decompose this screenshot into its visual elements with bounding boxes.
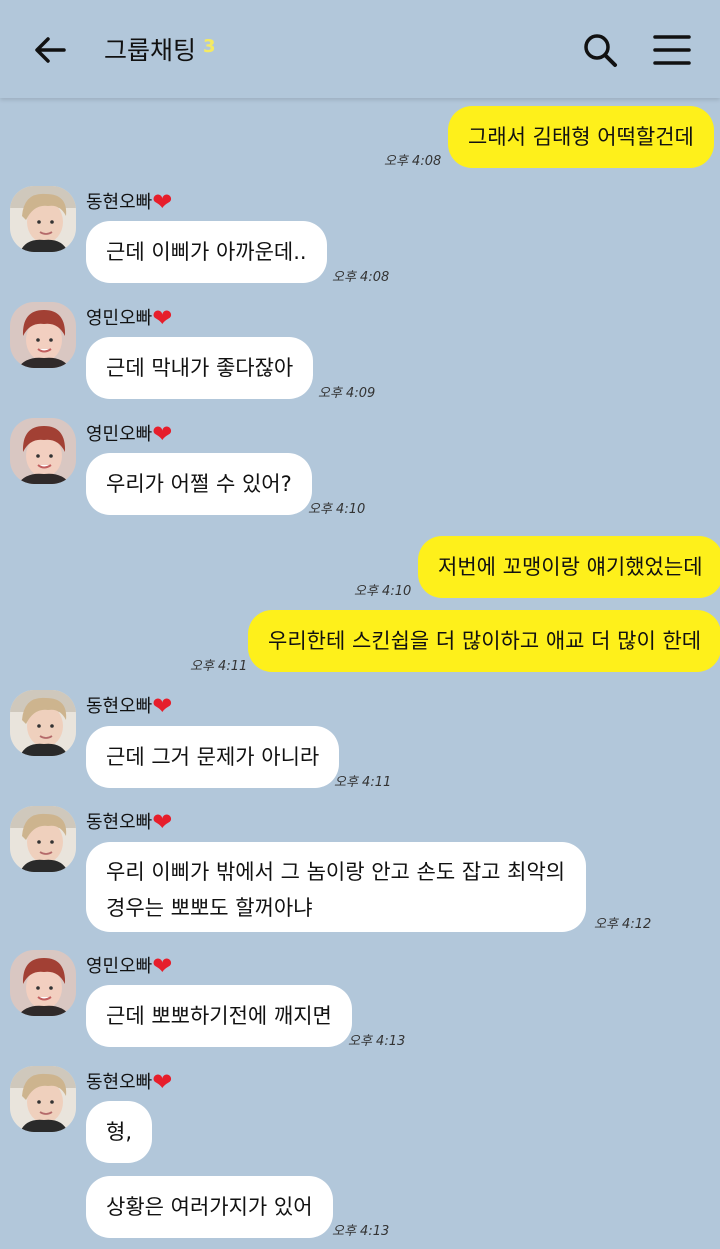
sender-name: 영민오빠❤ bbox=[86, 420, 172, 448]
sender-name: 영민오빠❤ bbox=[86, 952, 172, 980]
sender-name: 동현오빠❤ bbox=[86, 692, 172, 720]
heart-icon: ❤ bbox=[152, 808, 173, 836]
sent-message-bubble[interactable]: 우리한테 스킨쉽을 더 많이하고 애교 더 많이 한데 bbox=[248, 610, 720, 672]
received-message-bubble[interactable]: 근데 그거 문제가 아니라 bbox=[86, 726, 340, 788]
message-timestamp: 오후 4:13 bbox=[348, 1034, 406, 1049]
avatar[interactable] bbox=[10, 806, 76, 872]
received-message-bubble[interactable]: 근데 이삐가 아까운데.. bbox=[86, 221, 327, 283]
sender-name-text: 영민오빠 bbox=[86, 956, 153, 977]
sender-name-text: 동현오빠 bbox=[86, 696, 153, 717]
avatar[interactable] bbox=[10, 302, 76, 368]
search-icon[interactable] bbox=[580, 30, 620, 70]
avatar[interactable] bbox=[10, 950, 76, 1016]
received-message-bubble[interactable]: 형, bbox=[86, 1101, 152, 1163]
message-timestamp: 오후 4:09 bbox=[318, 386, 376, 401]
heart-icon: ❤ bbox=[152, 1068, 173, 1096]
chat-header: 그룹채팅 3 bbox=[0, 0, 720, 98]
received-message-bubble[interactable]: 우리가 어쩔 수 있어? bbox=[86, 453, 312, 515]
sender-name-text: 영민오빠 bbox=[86, 424, 153, 445]
message-timestamp: 오후 4:13 bbox=[332, 1224, 390, 1239]
message-timestamp: 오후 4:08 bbox=[332, 270, 390, 285]
sent-message-bubble[interactable]: 그래서 김태형 어떡할건데 bbox=[448, 106, 714, 168]
chat-title: 그룹채팅 bbox=[104, 36, 197, 65]
heart-icon: ❤ bbox=[152, 304, 173, 332]
sender-name-text: 동현오빠 bbox=[86, 812, 153, 833]
message-timestamp: 오후 4:12 bbox=[594, 917, 652, 932]
avatar[interactable] bbox=[10, 186, 76, 252]
sender-name: 영민오빠❤ bbox=[86, 304, 172, 332]
received-message-bubble[interactable]: 근데 뽀뽀하기전에 깨지면 bbox=[86, 985, 352, 1047]
heart-icon: ❤ bbox=[152, 420, 173, 448]
avatar[interactable] bbox=[10, 690, 76, 756]
avatar[interactable] bbox=[10, 418, 76, 484]
sender-name: 동현오빠❤ bbox=[86, 188, 172, 216]
hamburger-menu-icon[interactable] bbox=[652, 30, 692, 70]
received-message-bubble[interactable]: 우리 이삐가 밖에서 그 놈이랑 안고 손도 잡고 최악의 경우는 뽀뽀도 할꺼… bbox=[86, 842, 586, 932]
back-arrow-icon[interactable] bbox=[30, 30, 70, 70]
message-timestamp: 오후 4:10 bbox=[354, 584, 412, 599]
heart-icon: ❤ bbox=[152, 952, 173, 980]
received-message-bubble[interactable]: 근데 막내가 좋다잖아 bbox=[86, 337, 314, 399]
sent-message-bubble[interactable]: 저번에 꼬맹이랑 얘기했었는데 bbox=[418, 536, 720, 598]
heart-icon: ❤ bbox=[152, 188, 173, 216]
sender-name: 동현오빠❤ bbox=[86, 808, 172, 836]
sender-name-text: 동현오빠 bbox=[86, 192, 153, 213]
sender-name-text: 동현오빠 bbox=[86, 1072, 153, 1093]
received-message-bubble[interactable]: 상황은 여러가지가 있어 bbox=[86, 1176, 333, 1238]
heart-icon: ❤ bbox=[152, 692, 173, 720]
sender-name: 동현오빠❤ bbox=[86, 1068, 172, 1096]
avatar[interactable] bbox=[10, 1066, 76, 1132]
member-count: 3 bbox=[203, 36, 216, 57]
message-timestamp: 오후 4:08 bbox=[384, 154, 442, 169]
message-timestamp: 오후 4:11 bbox=[334, 775, 392, 790]
sender-name-text: 영민오빠 bbox=[86, 308, 153, 329]
message-timestamp: 오후 4:11 bbox=[190, 659, 248, 674]
message-timestamp: 오후 4:10 bbox=[308, 502, 366, 517]
